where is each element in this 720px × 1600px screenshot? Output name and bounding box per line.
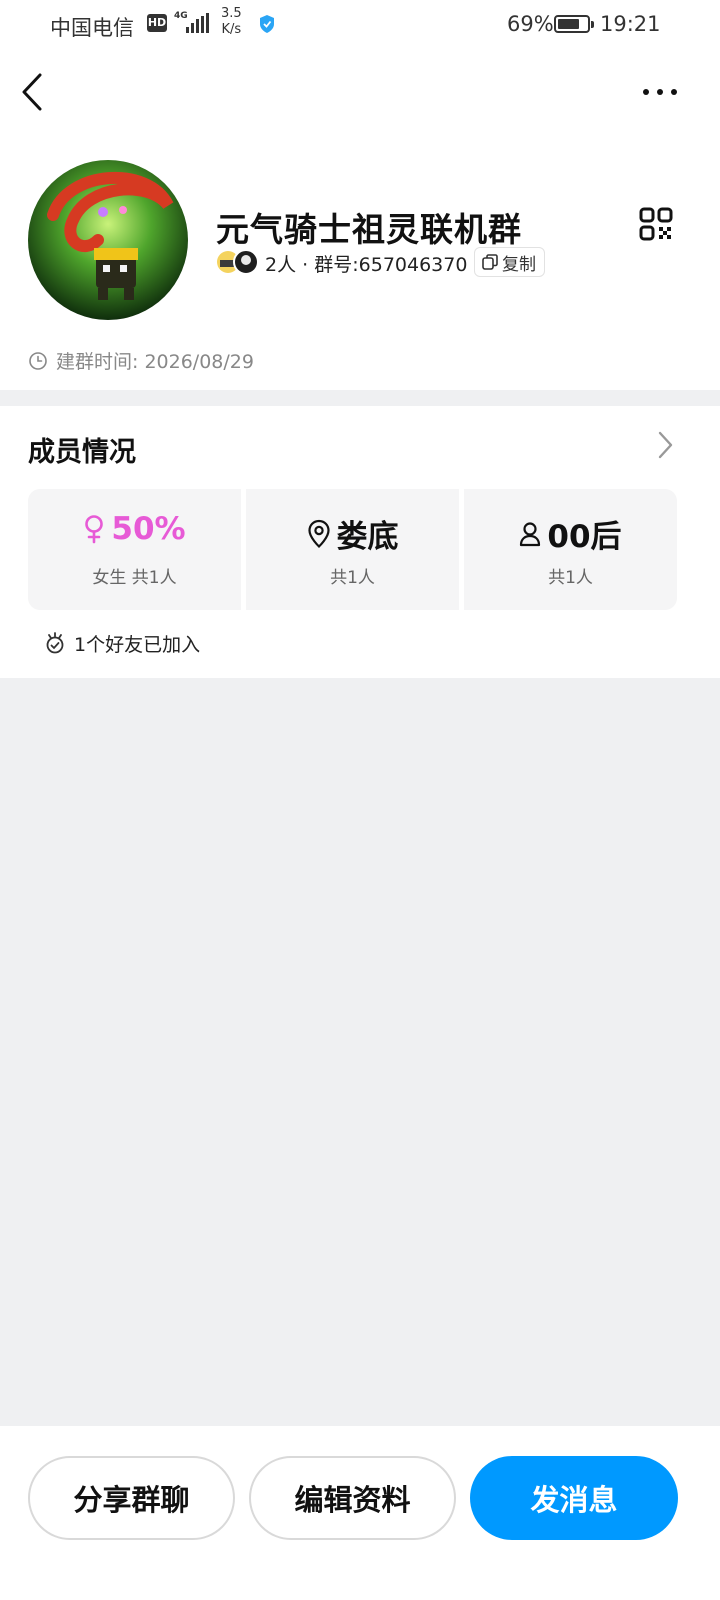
member-avatars-image [217,249,259,275]
back-button[interactable] [14,70,54,114]
stat-main: 娄底 [246,511,459,556]
female-icon [85,515,104,544]
member-section: 成员情况 50% 女生 共1人 娄底 共1人 00后 共1人 1个好友已加入 [0,406,720,678]
member-avatars[interactable] [216,248,260,276]
network-speed-unit: K/s [221,22,242,37]
stat-card-location[interactable]: 娄底 共1人 [246,489,459,610]
stat-main: 00后 [464,511,677,556]
stat-card-gender[interactable]: 50% 女生 共1人 [28,489,241,610]
group-number: 群号:657046370 [314,254,468,276]
clock: 19:21 [600,12,661,36]
battery-percent: 69% [507,12,554,36]
copy-icon [482,254,498,270]
group-avatar[interactable] [28,160,188,320]
send-message-button[interactable]: 发消息 [470,1456,678,1540]
stat-value: 娄底 [336,519,399,555]
stat-label: 共1人 [330,568,375,588]
qr-code-button[interactable] [638,206,674,242]
more-button[interactable] [638,80,682,104]
copy-label: 复制 [502,254,536,275]
group-meta: 2人 · 群号:657046370 [265,250,467,277]
bottom-action-bar: 分享群聊 编辑资料 发消息 [0,1426,720,1600]
qr-code-icon [639,207,673,241]
created-time-row: 建群时间: 2026/08/29 [28,347,254,374]
section-title: 成员情况 [28,437,136,468]
member-details-button[interactable] [652,428,678,462]
meta-separator: · [302,254,309,276]
chevron-left-icon [22,73,42,111]
stat-label: 共1人 [548,568,593,588]
share-group-button[interactable]: 分享群聊 [28,1456,235,1540]
battery-icon [554,15,594,33]
friends-joined-row[interactable]: 1个好友已加入 [44,630,200,657]
friend-badge-icon [46,631,64,653]
stat-label: 女生 共1人 [92,568,177,588]
created-time: 建群时间: 2026/08/29 [56,351,254,373]
stat-value: 00后 [547,519,622,555]
member-count: 2人 [265,254,297,276]
group-avatar-image [28,160,188,320]
clock-icon [29,351,47,370]
network-speed: 3.5 K/s [221,6,242,38]
copy-group-number-button[interactable]: 复制 [474,247,545,277]
carrier-label: 中国电信 [50,16,134,40]
person-icon [520,521,541,546]
more-horizontal-icon [643,89,677,95]
shield-icon [260,15,274,33]
stat-value: 50% [111,511,186,547]
status-bar: 中国电信 HD 4G 3.5 K/s 69% 19:21 [0,0,720,50]
signal-icon [186,13,210,33]
network-speed-value: 3.5 [221,6,242,21]
chevron-right-icon [658,431,673,459]
hd-badge: HD [147,14,167,32]
location-pin-icon [307,519,330,548]
edit-profile-button[interactable]: 编辑资料 [249,1456,456,1540]
stat-main: 50% [28,511,241,547]
group-name: 元气骑士祖灵联机群 [216,210,522,249]
stat-card-age[interactable]: 00后 共1人 [464,489,677,610]
friends-joined-text: 1个好友已加入 [74,634,201,656]
